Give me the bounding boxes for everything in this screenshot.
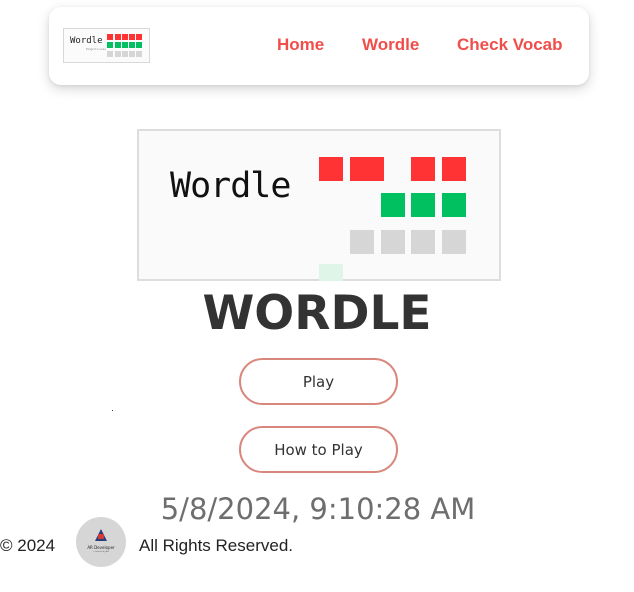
hero-faint-tile xyxy=(319,264,343,281)
hero-logo-image: Wordle xyxy=(137,129,501,281)
logo-red-tile xyxy=(136,34,142,40)
logo-green-tile xyxy=(136,42,142,48)
avatar-text: AR Developer xyxy=(87,545,115,550)
hero-gray-tile xyxy=(381,230,405,254)
hero-green-tile xyxy=(381,193,405,217)
avatar-logo-accent-icon xyxy=(98,534,104,539)
logo-gray-tile xyxy=(122,51,128,57)
logo-green-tile xyxy=(129,42,135,48)
logo-green-tile xyxy=(122,42,128,48)
nav-link-check-vocab[interactable]: Check Vocab xyxy=(457,35,563,55)
logo-gray-tile xyxy=(115,51,121,57)
hero-red-tile xyxy=(442,157,466,181)
logo-gray-tile xyxy=(107,51,113,57)
nav-logo-subtitle: Pingrid Lucas xyxy=(86,47,106,51)
footer-rights: All Rights Reserved. xyxy=(139,536,294,555)
page-title: WORDLE xyxy=(202,286,432,341)
hero-green-tile xyxy=(442,193,466,217)
logo-red-tile xyxy=(115,34,121,40)
hero-logo-word: Wordle xyxy=(170,166,291,206)
nav-logo[interactable]: Wordle Pingrid Lucas xyxy=(63,28,150,63)
how-to-play-button[interactable]: How to Play xyxy=(239,426,398,473)
play-button[interactable]: Play xyxy=(239,358,398,405)
logo-green-tile xyxy=(107,42,113,48)
logo-gray-tile xyxy=(129,51,135,57)
page: Wordle Pingrid Lucas Home Wordle Check V… xyxy=(0,0,634,592)
avatar-subtext: a tutorial by AR xyxy=(93,551,109,553)
navbar: Wordle Pingrid Lucas Home Wordle Check V… xyxy=(49,7,589,85)
hero-gray-tile xyxy=(411,230,435,254)
nav-logo-word: Wordle xyxy=(70,36,103,46)
hero-red-tile xyxy=(319,157,343,181)
logo-red-tile xyxy=(129,34,135,40)
footer-copyright: © 2024 xyxy=(0,536,56,555)
hero-gray-tile xyxy=(350,230,374,254)
logo-gray-tile xyxy=(136,51,142,57)
logo-red-tile xyxy=(122,34,128,40)
footer-avatar: AR Developer a tutorial by AR xyxy=(76,517,126,567)
hero-red-tile xyxy=(364,157,384,181)
logo-green-tile xyxy=(115,42,121,48)
hero-red-tile xyxy=(411,157,435,181)
nav-link-wordle[interactable]: Wordle xyxy=(362,35,419,55)
logo-red-tile xyxy=(107,34,113,40)
stray-dot xyxy=(112,410,113,411)
hero-green-tile xyxy=(411,193,435,217)
hero-gray-tile xyxy=(442,230,466,254)
nav-link-home[interactable]: Home xyxy=(277,35,324,55)
